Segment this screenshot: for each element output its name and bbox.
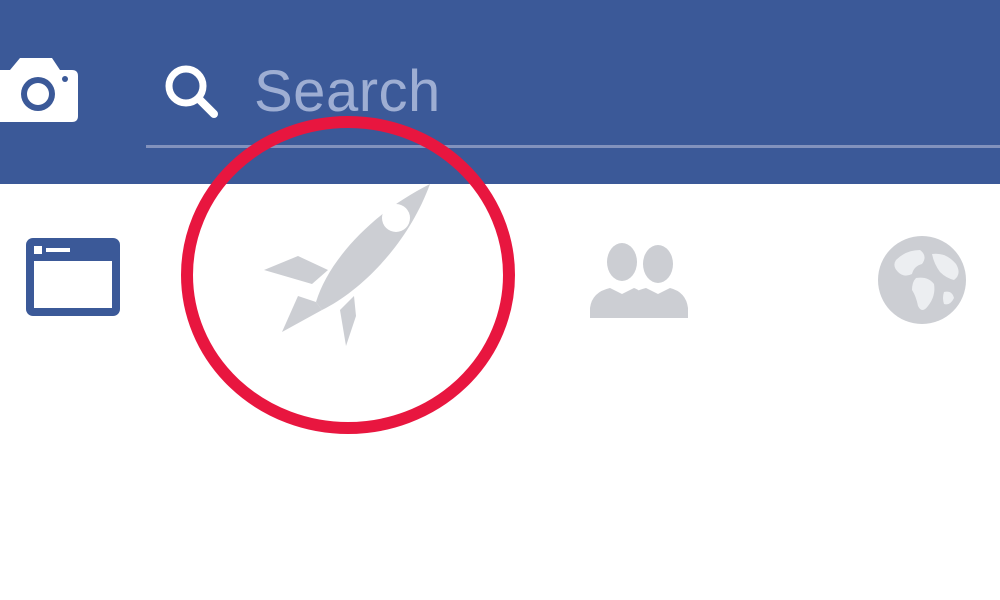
top-navigation-bar: Search [0, 0, 1000, 184]
tab-news-feed[interactable] [20, 234, 124, 320]
camera-icon [0, 58, 78, 122]
rocket-icon [264, 184, 430, 346]
tab-bar [0, 184, 1000, 424]
search-placeholder: Search [254, 59, 441, 124]
search-underline [146, 145, 1000, 148]
page: Search [0, 0, 1000, 600]
tab-notifications[interactable] [876, 234, 968, 326]
tab-friend-requests[interactable] [588, 238, 690, 318]
friends-icon [590, 241, 688, 318]
tab-explore-feed[interactable] [258, 184, 438, 354]
news-feed-icon [26, 238, 120, 316]
globe-icon [878, 236, 966, 324]
search-field[interactable]: Search [146, 50, 1000, 148]
search-icon [165, 65, 218, 118]
camera-button[interactable] [0, 56, 80, 124]
